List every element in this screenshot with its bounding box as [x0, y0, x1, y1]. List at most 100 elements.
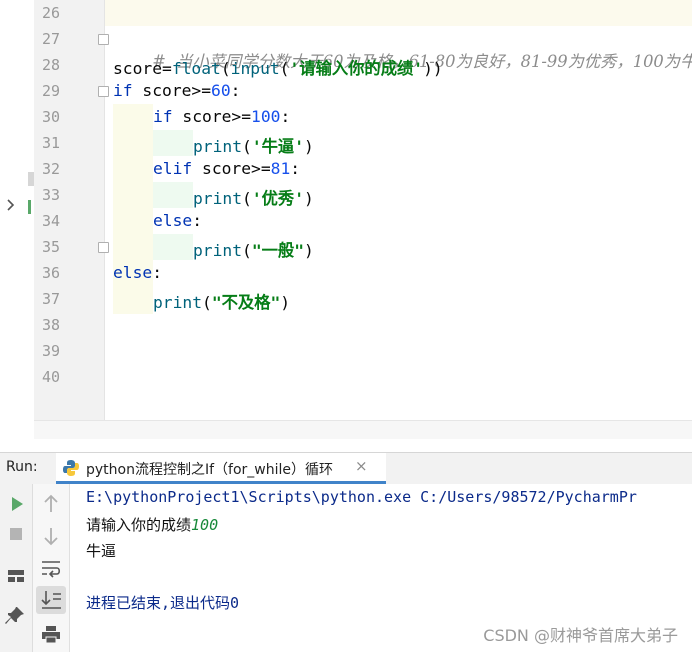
line-number: 29: [41, 82, 60, 100]
run-tool-window-header: Run: python流程控制之If（for_while）循环 ×: [0, 452, 692, 486]
horizontal-scrollbar[interactable]: [34, 420, 692, 439]
code-token: float: [171, 59, 221, 78]
down-arrow-icon[interactable]: [38, 524, 64, 548]
code-string: "一般": [251, 241, 304, 260]
run-config-tab[interactable]: python流程控制之If（for_while）循环 ×: [56, 453, 386, 484]
code-line-28[interactable]: score=float(input('请输入你的成绩')): [113, 55, 443, 79]
code-token: (: [202, 293, 212, 312]
code-line-32[interactable]: elif score>=81:: [153, 159, 300, 178]
indent-guide-block: [113, 288, 153, 314]
number: 60: [211, 81, 231, 100]
code-line-31[interactable]: print('牛逼'): [193, 133, 314, 157]
fold-marker-icon[interactable]: [98, 242, 109, 253]
code-token: (: [242, 137, 252, 156]
code-line-35[interactable]: print("一般"): [193, 237, 314, 261]
line-number: 37: [41, 290, 60, 308]
line-number: 34: [41, 212, 60, 230]
fold-marker-icon[interactable]: [98, 34, 109, 45]
stop-icon[interactable]: [3, 522, 29, 546]
code-line-34[interactable]: else:: [153, 211, 202, 230]
code-token: (: [242, 189, 252, 208]
line-number: 28: [41, 56, 60, 74]
code-token: :: [192, 211, 203, 230]
line-number: 36: [41, 264, 60, 282]
indent-guide-block: [153, 182, 193, 208]
run-status-marker: [28, 200, 31, 214]
up-arrow-icon[interactable]: [38, 492, 64, 516]
soft-wrap-icon[interactable]: [38, 556, 64, 580]
code-token: (: [279, 59, 290, 78]
code-token: print: [193, 137, 243, 156]
collapse-marker-icon[interactable]: [28, 172, 34, 186]
scroll-to-end-icon[interactable]: [36, 586, 66, 614]
print-icon[interactable]: [38, 622, 64, 646]
run-tab-label: python流程控制之If（for_while）循环: [86, 462, 333, 478]
code-string: '请输入你的成绩': [289, 59, 424, 78]
code-line-29[interactable]: if score>=60:: [113, 81, 240, 100]
pin-icon[interactable]: [3, 604, 29, 628]
code-token: score: [113, 59, 163, 78]
code-token: input: [230, 59, 280, 78]
code-string: '优秀': [251, 189, 304, 208]
expand-arrow-icon[interactable]: [6, 198, 16, 216]
code-token: :: [290, 159, 301, 178]
console-prompt-line: 请输入你的成绩100: [86, 514, 218, 535]
code-line-30[interactable]: if score>=100:: [153, 107, 290, 126]
code-token: (: [220, 59, 231, 78]
layout-icon[interactable]: [3, 564, 29, 588]
run-icon[interactable]: [3, 492, 29, 516]
code-token: ): [304, 137, 314, 156]
code-string: "不及格": [211, 293, 281, 312]
console-output: 牛逼: [86, 542, 117, 560]
number: 100: [251, 107, 281, 126]
python-icon: [62, 459, 80, 477]
keyword: if: [113, 81, 133, 100]
code-token: score>=: [192, 159, 271, 178]
console-command-line: E:\pythonProject1\Scripts\python.exe C:/…: [86, 488, 637, 506]
line-number: 38: [41, 316, 60, 334]
close-icon[interactable]: ×: [355, 457, 368, 475]
code-line-37[interactable]: print("不及格"): [153, 289, 290, 313]
code-token: :: [152, 263, 163, 282]
line-number: 40: [41, 368, 60, 386]
code-token: print: [193, 241, 243, 260]
code-editor[interactable]: 26 27 28 29 30 31 32 33 34 35 36 37 38 3…: [0, 0, 692, 440]
code-token: :: [230, 81, 241, 100]
keyword: else: [153, 211, 193, 230]
code-token: ): [304, 189, 314, 208]
code-token: ): [304, 241, 314, 260]
run-toolbar-secondary: [33, 484, 70, 652]
code-string: '牛逼': [251, 137, 304, 156]
fold-marker-icon[interactable]: [98, 86, 109, 97]
indent-guide-block: [153, 130, 193, 156]
run-console[interactable]: E:\pythonProject1\Scripts\python.exe C:/…: [70, 484, 692, 652]
code-token: score>=: [132, 81, 212, 100]
code-token: )): [423, 59, 443, 78]
code-token: print: [153, 293, 203, 312]
code-line-36[interactable]: else:: [113, 263, 162, 282]
keyword: if: [153, 107, 173, 126]
code-line-33[interactable]: print('优秀'): [193, 185, 314, 209]
line-number: 33: [41, 186, 60, 204]
gutter-divider: [104, 0, 105, 420]
console-input-value: 100: [191, 516, 219, 534]
code-token: score>=: [172, 107, 252, 126]
line-number: 35: [41, 238, 60, 256]
left-tool-strip: [0, 0, 34, 440]
line-number: 26: [41, 4, 60, 22]
keyword: else: [113, 263, 153, 282]
line-number: 31: [41, 134, 60, 152]
console-prompt: 请输入你的成绩: [86, 516, 192, 534]
indent-guide-block: [113, 104, 153, 314]
code-token: :: [280, 107, 291, 126]
console-exit-message: 进程已结束,退出代码0: [86, 594, 240, 612]
indent-guide-block: [153, 234, 193, 260]
line-number: 30: [41, 108, 60, 126]
watermark: CSDN @财神爷首席大弟子: [483, 626, 678, 645]
run-toolbar-primary: [0, 484, 33, 652]
line-number: 32: [41, 160, 60, 178]
run-label: Run:: [6, 459, 38, 475]
code-token: =: [162, 59, 172, 78]
line-number: 27: [41, 30, 60, 48]
code-token: print: [193, 189, 243, 208]
